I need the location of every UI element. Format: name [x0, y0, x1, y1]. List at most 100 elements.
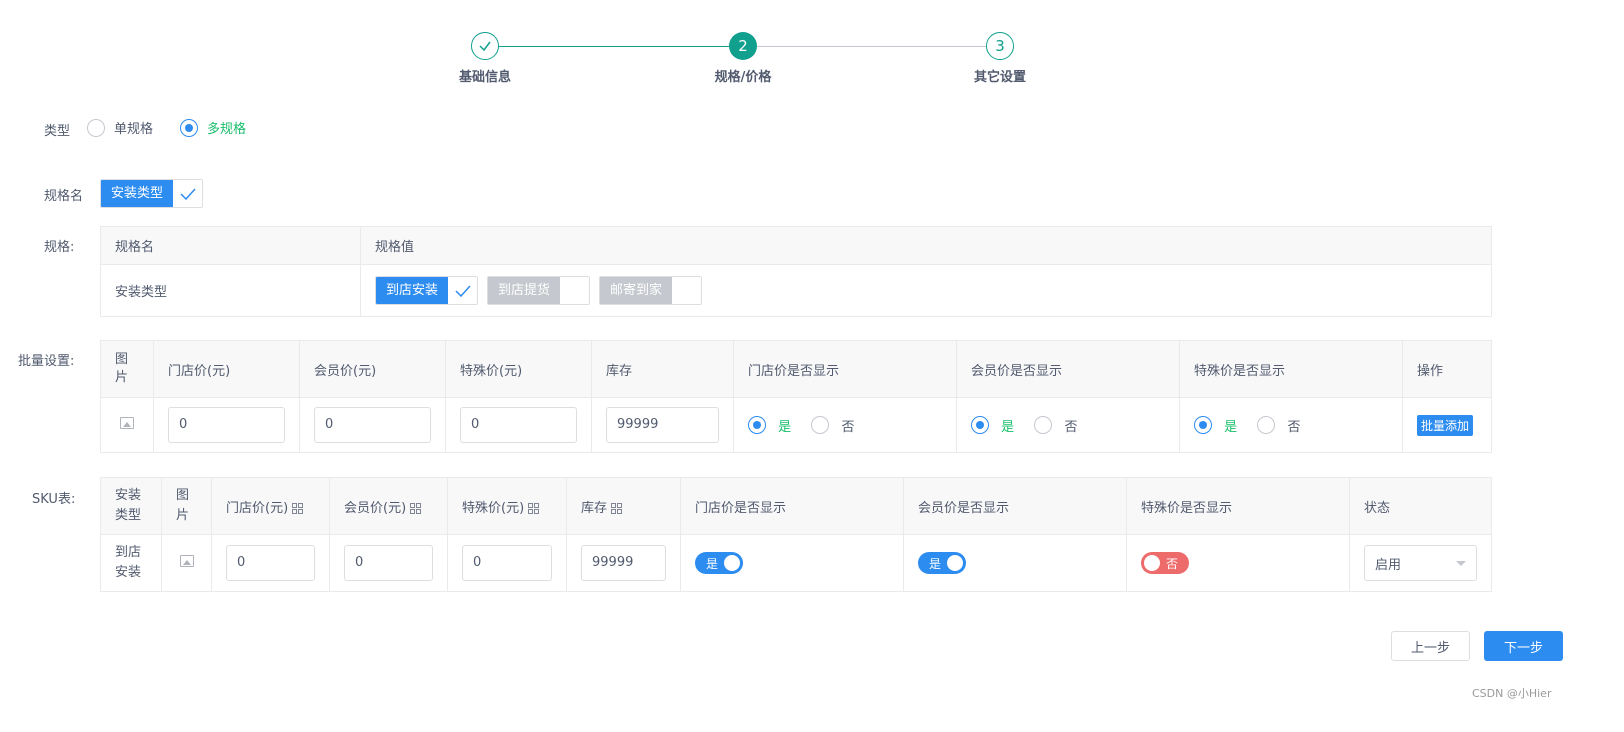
column-header: 会员价(元) — [299, 340, 446, 398]
column-header: 规格名 — [100, 226, 361, 265]
batch-fill-icon[interactable] — [410, 502, 422, 514]
step-other-settings: 3 其它设置 — [940, 32, 1060, 85]
batch-stock-input[interactable]: 99999 — [606, 407, 719, 443]
column-header: 安装类型 — [100, 477, 162, 535]
step-title: 规格/价格 — [714, 70, 772, 85]
switch-knob — [724, 555, 740, 571]
member-show-no-radio[interactable] — [1034, 416, 1053, 434]
spec-value-instore-pickup[interactable]: 到店提货 — [487, 276, 591, 305]
spec-row-name: 安装类型 — [100, 264, 361, 317]
column-header: 操作 — [1402, 340, 1492, 398]
spec-name-tag[interactable]: 安装类型 — [100, 179, 204, 208]
radio-circle[interactable] — [180, 118, 198, 137]
batch-add-button[interactable]: 批量添加 — [1417, 414, 1474, 436]
radio-label: 否 — [1064, 419, 1078, 435]
next-step-button[interactable]: 下一步 — [1484, 631, 1563, 661]
switch-label: 是 — [929, 556, 942, 571]
header-text: 会员价(元) — [344, 500, 407, 516]
image-cell[interactable] — [100, 397, 154, 453]
radio-label: 否 — [1287, 419, 1301, 435]
batch-store-price-input[interactable]: 0 — [168, 407, 285, 443]
member-show-switch[interactable]: 是 — [918, 552, 966, 574]
status-select[interactable]: 启用 — [1364, 545, 1477, 581]
image-cell[interactable] — [161, 534, 212, 592]
spec-values-cell: 到店安装 到店提货 邮寄到家 — [360, 264, 1492, 317]
column-header: 门店价是否显示 — [733, 340, 957, 398]
special-show-no-radio[interactable] — [1257, 416, 1276, 434]
radio-label: 是 — [1224, 419, 1238, 435]
batch-special-price-input[interactable]: 0 — [460, 407, 577, 443]
sku-table: 安装类型 图片 门店价(元) 会员价(元) 特殊价(元) 库存 门店价是否显示 … — [100, 477, 1492, 592]
spec-name-label: 规格名 — [44, 189, 84, 204]
column-header: 状态 — [1349, 477, 1492, 535]
check-icon[interactable] — [448, 277, 478, 304]
batch-fill-icon[interactable] — [528, 502, 540, 514]
header-text: 门店价(元) — [226, 500, 289, 516]
status-selected-value: 启用 — [1375, 557, 1402, 573]
switch-knob — [947, 555, 963, 571]
step-number: 2 — [729, 32, 757, 60]
spec-value-instore-install[interactable]: 到店安装 — [375, 276, 479, 305]
special-show-switch[interactable]: 否 — [1141, 552, 1189, 574]
checkbox-empty[interactable] — [560, 277, 590, 304]
steps: 基础信息 2 规格/价格 3 其它设置 — [0, 32, 1624, 92]
column-header: 规格值 — [360, 226, 1492, 265]
header-text: 特殊价(元) — [462, 500, 525, 516]
chevron-down-icon[interactable] — [1456, 560, 1466, 566]
column-header: 图片 — [161, 477, 212, 535]
batch-fill-icon[interactable] — [611, 502, 623, 514]
column-header: 会员价是否显示 — [903, 477, 1127, 535]
tag-label: 安装类型 — [101, 180, 174, 207]
sku-type-cell: 到店安装 — [100, 534, 162, 592]
column-header: 会员价是否显示 — [956, 340, 1180, 398]
watermark: CSDN @小Hier — [1472, 687, 1552, 700]
checkbox-empty[interactable] — [672, 277, 702, 304]
switch-label: 否 — [1166, 556, 1179, 571]
column-header: 特殊价是否显示 — [1126, 477, 1350, 535]
radio-label: 否 — [841, 419, 855, 435]
check-icon — [471, 32, 499, 60]
radio-label: 单规格 — [114, 122, 154, 137]
spec-label: 规格: — [44, 240, 75, 255]
prev-step-button[interactable]: 上一步 — [1391, 631, 1470, 661]
sku-special-price-input[interactable]: 0 — [462, 545, 552, 581]
tag-label: 到店提货 — [488, 277, 561, 304]
column-header-member-price: 会员价(元) — [329, 477, 448, 535]
step-title: 其它设置 — [973, 70, 1026, 85]
image-icon[interactable] — [120, 417, 134, 429]
radio-multi-spec[interactable]: 多规格 — [180, 118, 246, 137]
spec-table: 规格名 规格值 安装类型 到店安装 到店提货 邮寄到家 — [100, 226, 1492, 317]
tag-label: 邮寄到家 — [600, 277, 673, 304]
switch-knob — [1144, 555, 1160, 571]
radio-label: 是 — [1001, 419, 1015, 435]
step-spec-price: 2 规格/价格 — [683, 32, 803, 85]
batch-fill-icon[interactable] — [292, 502, 304, 514]
sku-member-price-input[interactable]: 0 — [344, 545, 433, 581]
column-header-special-price: 特殊价(元) — [447, 477, 567, 535]
column-header: 特殊价是否显示 — [1179, 340, 1403, 398]
sku-store-price-input[interactable]: 0 — [226, 545, 315, 581]
column-header: 门店价(元) — [153, 340, 300, 398]
type-label: 类型 — [44, 124, 71, 139]
batch-table: 图片 门店价(元) 会员价(元) 特殊价(元) 库存 门店价是否显示 会员价是否… — [100, 340, 1492, 453]
step-basic-info: 基础信息 — [425, 32, 545, 85]
member-show-yes-radio[interactable] — [971, 416, 989, 434]
column-header: 图片 — [100, 340, 154, 398]
radio-circle[interactable] — [87, 118, 105, 137]
radio-label: 多规格 — [207, 122, 247, 137]
spec-value-mail-home[interactable]: 邮寄到家 — [599, 276, 703, 305]
radio-label: 是 — [778, 419, 792, 435]
header-text: 库存 — [581, 500, 608, 516]
tag-label: 到店安装 — [376, 277, 449, 304]
store-show-yes-radio[interactable] — [748, 416, 766, 434]
store-show-switch[interactable]: 是 — [695, 552, 743, 574]
store-show-no-radio[interactable] — [811, 416, 830, 434]
image-icon[interactable] — [179, 555, 194, 567]
batch-label: 批量设置: — [18, 354, 75, 369]
check-icon[interactable] — [173, 180, 203, 207]
sku-stock-input[interactable]: 99999 — [581, 545, 666, 581]
batch-member-price-input[interactable]: 0 — [314, 407, 431, 443]
special-show-yes-radio[interactable] — [1194, 416, 1212, 434]
step-title: 基础信息 — [458, 70, 511, 85]
radio-single-spec[interactable]: 单规格 — [87, 118, 153, 137]
